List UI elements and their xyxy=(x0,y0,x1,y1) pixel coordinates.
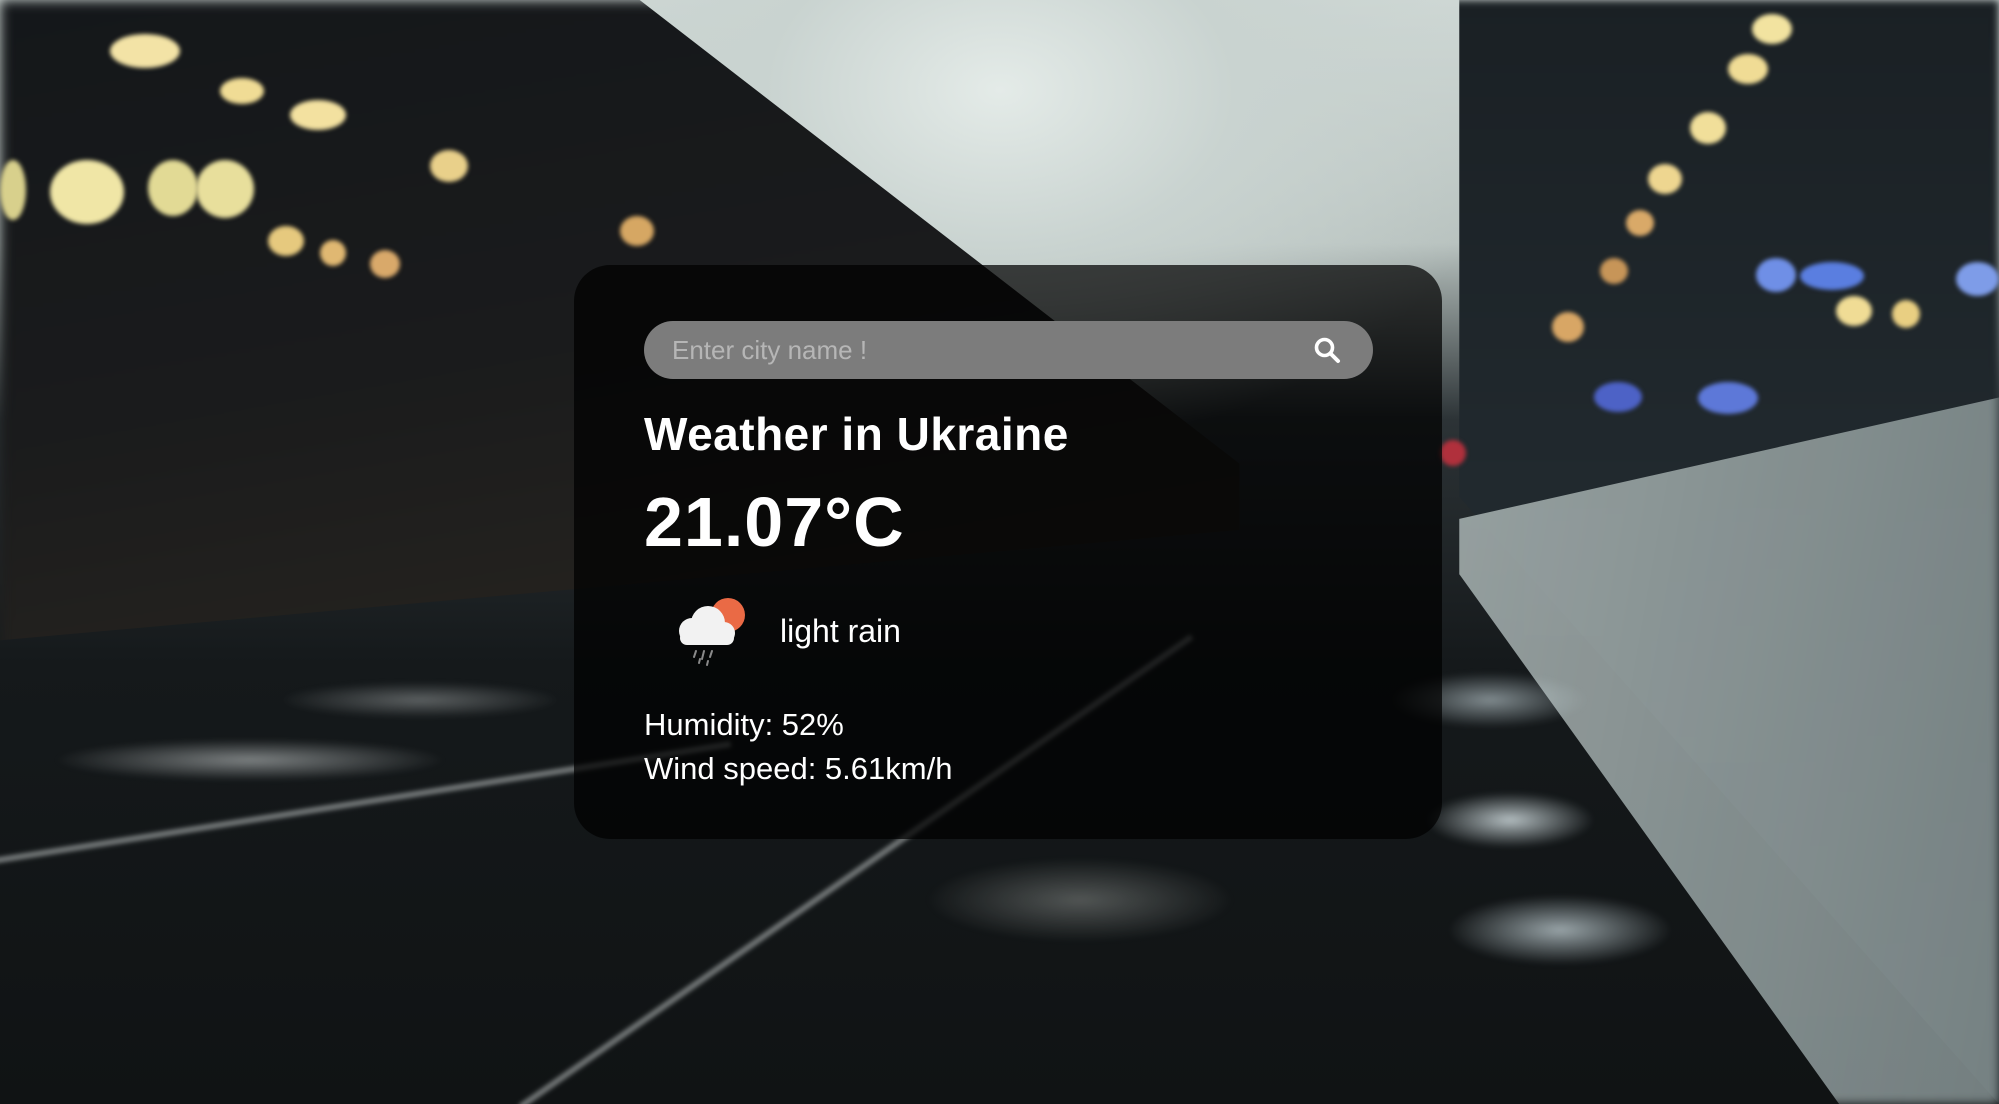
background-light xyxy=(320,240,346,266)
background-light xyxy=(1752,14,1792,44)
temperature-value: 21.07°C xyxy=(644,483,905,562)
background-light xyxy=(290,100,346,130)
condition-row: light rain xyxy=(670,595,1372,667)
background-light xyxy=(220,78,264,104)
background-light xyxy=(1648,164,1682,194)
search-input[interactable] xyxy=(672,321,1305,379)
background-light xyxy=(1698,382,1758,414)
background-light xyxy=(148,160,198,216)
humidity-text: Humidity: 52% xyxy=(644,707,844,743)
background-light xyxy=(430,150,468,182)
background-light xyxy=(1956,262,1999,296)
background-light xyxy=(1892,300,1920,328)
background-light xyxy=(268,226,304,256)
background-light xyxy=(1594,382,1642,412)
background-light xyxy=(110,34,180,68)
background-light xyxy=(1440,440,1466,466)
background-light xyxy=(1836,296,1872,326)
search-bar xyxy=(644,321,1373,379)
condition-description: light rain xyxy=(780,612,901,649)
background-light xyxy=(1728,54,1768,84)
background-light xyxy=(370,250,400,278)
weather-details: Humidity: 52% Wind speed: 5.61km/h xyxy=(644,703,1372,791)
background-light xyxy=(1626,210,1654,236)
search-button[interactable] xyxy=(1305,328,1349,372)
background-light xyxy=(1690,112,1726,144)
background-light xyxy=(0,160,26,220)
background-light xyxy=(1552,312,1584,342)
background-light xyxy=(196,160,254,218)
background-light xyxy=(1600,258,1628,284)
background-light xyxy=(620,216,654,246)
cloud-sun-rain-icon xyxy=(670,595,750,667)
background-light xyxy=(50,160,124,224)
background-light xyxy=(1756,258,1796,292)
wind-speed-text: Wind speed: 5.61km/h xyxy=(644,751,953,787)
background-light xyxy=(1800,262,1864,290)
weather-card: Weather in Ukraine 21.07°C xyxy=(574,265,1442,839)
city-title: Weather in Ukraine xyxy=(644,408,1069,460)
search-icon xyxy=(1313,336,1341,364)
app-root: Weather in Ukraine 21.07°C xyxy=(0,0,1999,1104)
